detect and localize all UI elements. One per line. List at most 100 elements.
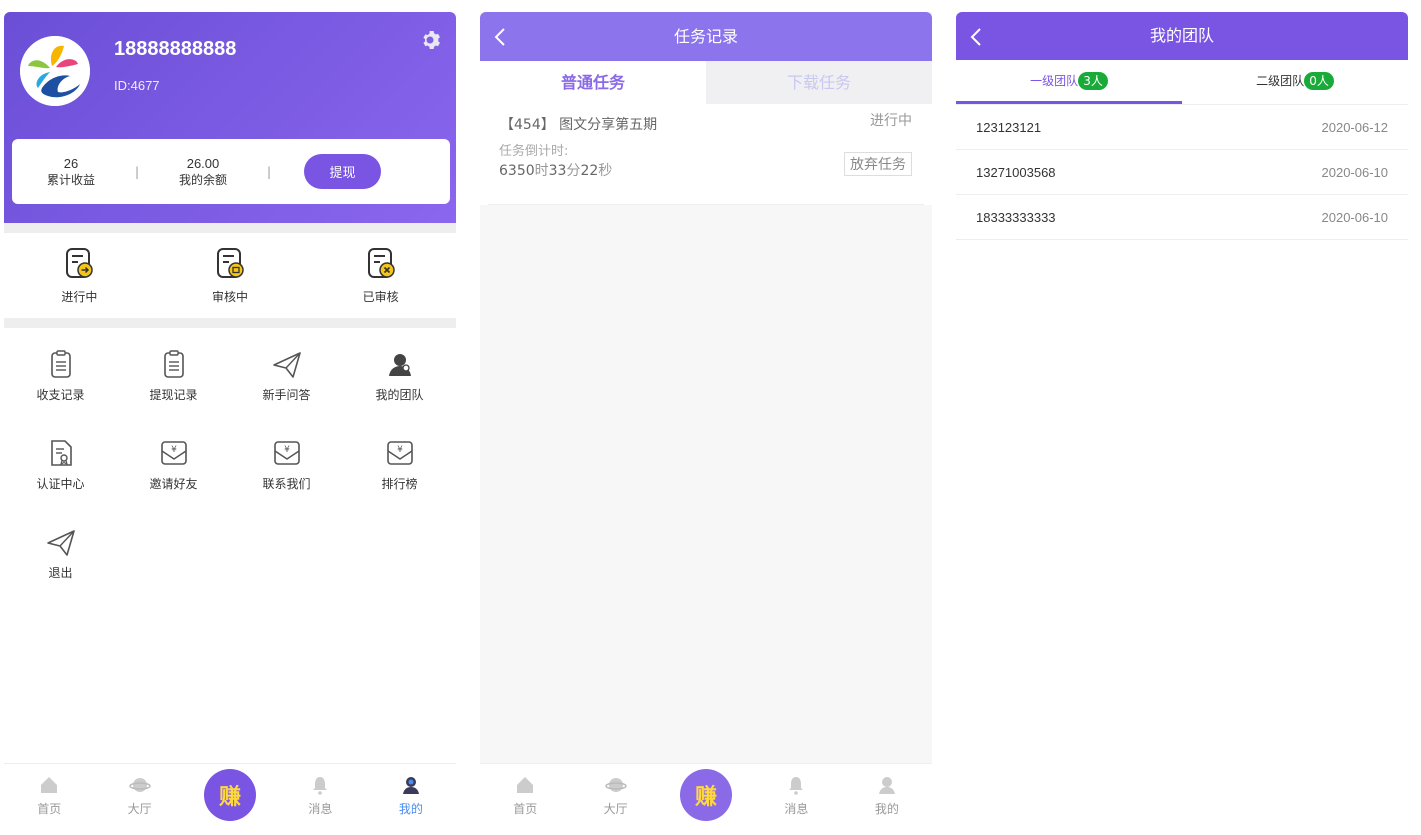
menu-label: 新手问答 [262, 388, 311, 402]
status-reviewing[interactable]: 审核中 [155, 246, 306, 305]
task-card[interactable]: 【454】 图文分享第五期 进行中 任务倒计时: 6350时33分22秒 放弃任… [488, 104, 924, 205]
seconds-unit: 秒 [598, 163, 613, 179]
tab-label: 一级团队 [1030, 74, 1079, 88]
divider: | [266, 164, 272, 179]
status-reviewed[interactable]: 已审核 [305, 246, 456, 305]
tab-earn[interactable]: 赚 [661, 764, 751, 835]
countdown-minutes: 33 [548, 163, 567, 179]
divider: | [134, 164, 140, 179]
countdown-value: 6350时33分22秒 [499, 160, 612, 180]
hours-unit: 时 [534, 163, 549, 179]
total-income: 26 累计收益 [12, 156, 130, 188]
yen-envelope-icon: ¥ [386, 441, 413, 465]
member-date: 2020-06-12 [1321, 119, 1389, 135]
planet-icon [128, 778, 151, 792]
menu-label: 认证中心 [36, 477, 85, 491]
back-button[interactable] [970, 12, 990, 61]
count-badge: 0人 [1304, 72, 1334, 90]
task-title: 【454】 图文分享第五期 [500, 117, 658, 133]
user-phone: 18888888888 [114, 38, 237, 60]
task-status-row: 进行中 审核中 已审核 [4, 233, 456, 318]
page-title: 我的团队 [1149, 26, 1214, 45]
tab-home[interactable]: 首页 [4, 764, 94, 835]
member-date: 2020-06-10 [1321, 164, 1389, 180]
user-icon [402, 777, 419, 794]
tab-hall[interactable]: 大厅 [94, 764, 184, 835]
menu-faq[interactable]: 新手问答 [230, 338, 343, 427]
home-icon [517, 777, 534, 793]
menu-invite-friends[interactable]: ¥ 邀请好友 [117, 427, 230, 516]
planet-icon [604, 778, 627, 792]
tab-earn[interactable]: 赚 [185, 764, 275, 835]
tab-hall[interactable]: 大厅 [570, 764, 660, 835]
status-label: 已审核 [362, 290, 399, 304]
chevron-left-icon [970, 27, 981, 46]
member-id: 18333333333 [976, 209, 1056, 225]
gear-icon[interactable] [418, 28, 442, 52]
tab-label: 首页 [513, 802, 538, 816]
stats-card: 26 累计收益 | 26.00 我的余额 | 提现 [12, 139, 450, 204]
profile-header: 18888888888 ID:4677 26 累计收益 | 26.00 我的余额… [4, 12, 456, 223]
abandon-task-button[interactable]: 放弃任务 [844, 152, 912, 176]
tab-label: 我的 [874, 802, 899, 816]
tab-label: 大厅 [127, 802, 152, 816]
user-id: ID:4677 [114, 78, 160, 93]
status-in-progress[interactable]: 进行中 [4, 246, 155, 305]
task-list: 【454】 图文分享第五期 进行中 任务倒计时: 6350时33分22秒 放弃任… [480, 104, 932, 205]
member-list: 123123121 2020-06-12 13271003568 2020-06… [956, 105, 1408, 240]
member-date: 2020-06-10 [1321, 209, 1389, 225]
tab-label: 消息 [308, 802, 333, 816]
withdraw-button[interactable]: 提现 [304, 154, 381, 189]
total-income-value: 26 [63, 155, 79, 171]
section-divider [4, 318, 456, 328]
earn-button[interactable]: 赚 [204, 769, 257, 821]
yen-envelope-icon: ¥ [273, 441, 300, 465]
back-button[interactable] [494, 12, 514, 61]
menu-income-records[interactable]: 收支记录 [4, 338, 117, 427]
avatar[interactable] [20, 36, 90, 106]
home-icon [41, 777, 58, 793]
menu-label: 邀请好友 [149, 477, 198, 491]
task-records-panel: 任务记录 普通任务 下载任务 【454】 图文分享第五期 进行中 任务倒计时: … [480, 12, 932, 835]
tab-mine[interactable]: 我的 [366, 764, 456, 835]
list-item[interactable]: 18333333333 2020-06-10 [956, 195, 1408, 240]
tab-level1-team[interactable]: 一级团队 3人 [956, 60, 1182, 104]
user-icon [878, 777, 895, 794]
tab-label: 二级团队 [1256, 74, 1305, 88]
task-status: 进行中 [870, 113, 912, 129]
menu-label: 排行榜 [381, 477, 418, 491]
menu-label: 联系我们 [262, 477, 311, 491]
list-item[interactable]: 13271003568 2020-06-10 [956, 150, 1408, 195]
menu-withdraw-records[interactable]: 提现记录 [117, 338, 230, 427]
tab-messages[interactable]: 消息 [751, 764, 841, 835]
member-id: 123123121 [976, 119, 1042, 135]
minutes-unit: 分 [566, 163, 581, 179]
tab-mine[interactable]: 我的 [842, 764, 932, 835]
tab-label: 消息 [784, 802, 809, 816]
menu-certification[interactable]: 认证中心 [4, 427, 117, 516]
status-label: 进行中 [61, 290, 98, 304]
menu-leaderboard[interactable]: ¥ 排行榜 [343, 427, 456, 516]
tab-normal-tasks[interactable]: 普通任务 [480, 61, 706, 104]
clipboard-icon [50, 350, 71, 378]
tab-messages[interactable]: 消息 [275, 764, 365, 835]
menu-contact-us[interactable]: ¥ 联系我们 [230, 427, 343, 516]
nav-bar: 任务记录 [480, 12, 932, 61]
bottom-tabbar: 首页 大厅 赚 消息 我的 [480, 763, 932, 835]
menu-my-team[interactable]: 我的团队 [343, 338, 456, 427]
task-reviewed-icon [367, 248, 395, 278]
svg-text:¥: ¥ [284, 445, 290, 455]
bell-icon [313, 777, 328, 795]
balance-label: 我的余额 [178, 172, 227, 187]
count-badge: 3人 [1078, 72, 1108, 90]
app-logo-icon [20, 36, 90, 106]
task-in-progress-icon [66, 248, 94, 278]
nav-bar: 我的团队 [956, 12, 1408, 60]
tab-home[interactable]: 首页 [480, 764, 570, 835]
tab-download-tasks[interactable]: 下载任务 [706, 61, 932, 104]
clipboard-icon [163, 350, 184, 378]
menu-logout[interactable]: 退出 [4, 516, 117, 605]
tab-level2-team[interactable]: 二级团队 0人 [1182, 60, 1408, 104]
list-item[interactable]: 123123121 2020-06-12 [956, 105, 1408, 150]
earn-button[interactable]: 赚 [680, 769, 733, 821]
